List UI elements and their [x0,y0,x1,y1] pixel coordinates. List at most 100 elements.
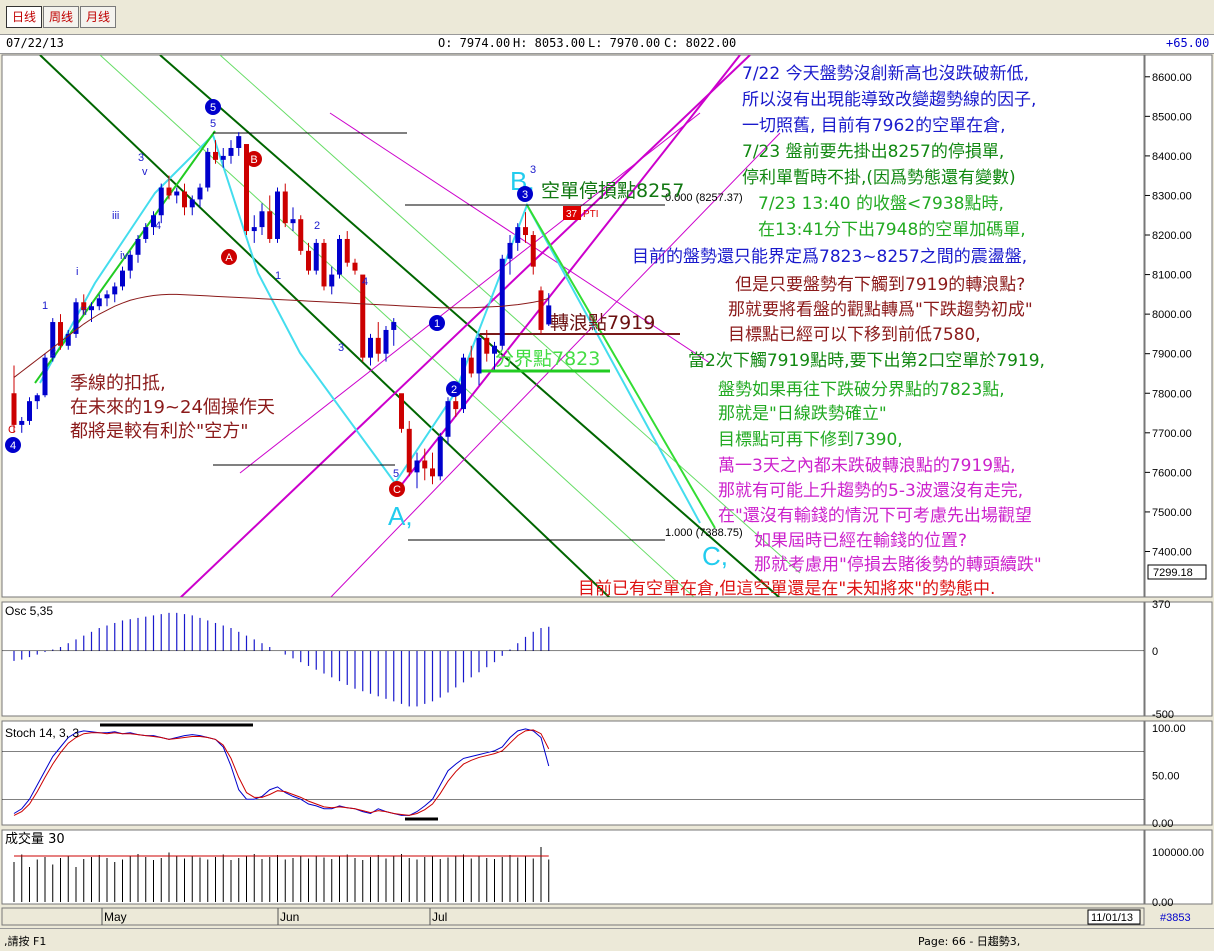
osc-tick-label: 370 [1152,599,1170,611]
candle [337,235,342,279]
commentary-line: 7/23 13:40 的收盤<7938點時, [758,194,1004,214]
volume-tick-label: 0.00 [1152,897,1173,909]
stoch-title: Stoch 14, 3, 3 [5,726,79,740]
candle-body [96,298,102,307]
stoch-tick-label: 50.00 [1152,771,1180,783]
candle-body [251,227,257,232]
commentary-line: 萬一3天之內都未跌破轉浪點的7919點, [718,456,1015,476]
candle-body [461,357,466,410]
candle-body [507,242,513,259]
price-tick-label: 7500.00 [1152,507,1192,519]
candle-body [313,242,319,271]
price-tick-label: 7600.00 [1152,467,1192,479]
wave-label-1b: 1 [275,270,281,282]
fib-1-label: 1.000 (7388.75) [665,527,743,539]
candle-body [89,306,94,311]
marker-2-text: 2 [451,384,457,396]
candle-body [104,294,110,299]
candle-body [476,337,482,374]
candle [406,420,412,477]
price-tick-label: 8600.00 [1152,72,1192,84]
candle-body [391,322,397,330]
candle [73,298,79,338]
candle-body [306,250,311,271]
wave-label-ii: ii [82,306,87,318]
tab-daily[interactable]: 日线 [6,6,42,28]
commentary-line: 目標點可再下修到7390, [718,430,903,450]
candle-body [275,191,280,239]
wave-label-5a: 5 [210,118,216,130]
candle-body [174,191,180,196]
marker-5-text: 5 [210,102,216,114]
candle [399,393,404,433]
wave-label-3c: 3 [530,164,536,176]
status-left: ,請按 F1 [4,935,47,948]
status-right: Page: 66 - 日趨勢3, [918,935,1021,948]
wave-label-3a: 3 [138,152,144,164]
candle-body [267,211,273,239]
osc-panel [1,601,1145,717]
date-box-text: 11/01/13 [1091,912,1133,924]
wave-label-3b: 3 [338,342,344,354]
price-tick-label: 7700.00 [1152,428,1192,440]
candle-body [375,337,381,354]
chart-canvas[interactable]: 8600.00 8500.00 8400.00 8300.00 8200.00 8100.… [0,53,1214,928]
candle-body [352,262,358,271]
wave-label-v: v [142,166,148,178]
left-note-line-1: 季線的扣抵, [70,373,166,394]
price-tick-label: 7900.00 [1152,349,1192,361]
candle [499,254,505,350]
wave-label-1a: 1 [42,300,48,312]
close-value: C: 8022.00 [664,36,737,50]
price-tick-label: 8200.00 [1152,230,1192,242]
ohlc-info-bar: 07/22/13 O: 7974.00 H: 8053.00 L: 7970.0… [0,34,1214,54]
candle-body [127,254,133,271]
low-value: L: 7970.00 [588,36,661,50]
symbol-code: #3853 [1160,912,1191,924]
boundary-label: 分界點7823 [495,348,600,370]
price-tick-label: 8100.00 [1152,270,1192,282]
stoch-tick-label: 0.00 [1152,818,1173,830]
candle [538,286,544,334]
last-price-label: 7299.18 [1153,567,1193,579]
commentary-line: 7/22 今天盤勢沒創新高也沒跌破新低, [742,64,1029,84]
candle-body [135,238,141,255]
osc-title: Osc 5,35 [5,604,53,618]
osc-axis [1144,601,1213,717]
candle-body [236,136,242,148]
wave-label-iii: iii [112,210,119,222]
candle [27,397,32,425]
turn-point-label: 轉浪點7919 [550,312,655,334]
candle-body [205,151,211,188]
candle [313,238,319,275]
candle [298,215,304,255]
volume-title: 成交量 30 [5,831,65,847]
commentary-line: 目標點已經可以下移到前低7580, [728,325,981,345]
candle [437,432,443,481]
candle-body [259,211,265,228]
commentary-line: 目前的盤勢還只能界定爲7823~8257之間的震盪盤, [632,247,1027,267]
candle [321,238,327,291]
candle-body [329,274,335,287]
month-label-may: May [104,910,127,924]
commentary-line: 停利單暫時不掛,(因爲勢態還有變數) [742,168,1016,188]
candle-body [112,286,118,295]
wave-label-4b: 4 [362,276,368,288]
candle-body [399,393,404,429]
candle-body [42,357,48,396]
tab-weekly[interactable]: 周线 [43,6,79,28]
candle-body [143,227,149,239]
candle-body [430,468,435,477]
wave-label-iv: iv [120,250,128,262]
tab-monthly[interactable]: 月线 [80,6,116,28]
pti-number: 37 [566,209,578,220]
wave-label-2b: 2 [314,220,320,232]
candle-body [538,290,544,330]
wave-label-A: A, [388,501,413,531]
bar-date: 07/22/13 [6,36,64,50]
commentary-line: 當2次下觸7919點時,要下出第2口空單於7919, [688,351,1045,371]
volume-panel [1,829,1145,905]
candle [275,187,280,243]
stop-loss-label: 空單停損點8257 [541,180,684,202]
stoch-panel [1,720,1145,826]
